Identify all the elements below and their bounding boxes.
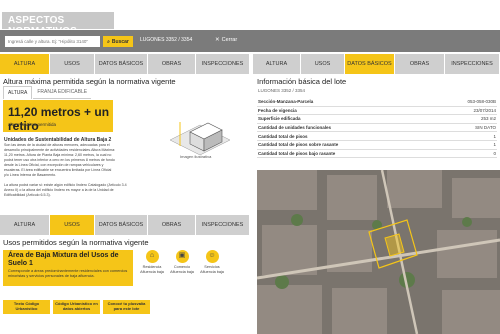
table-row: Sección-Manzana-Parcela 053-058-030B (257, 98, 497, 107)
table-row: Cantidad total de pisos sobre rasante 1 (257, 141, 497, 150)
codigo-urbanistico-button[interactable]: Texto Código Urbanístico (3, 300, 50, 314)
row-key: Sección-Manzana-Parcela (258, 99, 314, 105)
row-value: 23/07/2014 (473, 107, 496, 113)
max-height-card: 11,20 metros + un retiro altura máxima p… (3, 100, 113, 133)
search-button[interactable]: ⌕ Buscar (103, 36, 133, 47)
use-label: Comercio Afluencia baja (170, 265, 194, 274)
row-key: Cantidad de unidades funcionales (258, 125, 332, 131)
aerial-map[interactable] (257, 170, 500, 334)
tabs-top: ALTURA USOS DATOS BÁSICOS OBRAS INSPECCI… (0, 54, 250, 74)
area-title: Área de Baja Mixtura del Usos de Suelo 1 (8, 252, 119, 267)
row-key: Cantidad total de pisos sobre rasante (258, 142, 339, 148)
tab-usos[interactable]: USOS (301, 54, 345, 74)
subtab-altura[interactable]: ALTURA (3, 86, 33, 99)
tab-altura[interactable]: ALTURA (0, 54, 50, 74)
tab-obras[interactable]: OBRAS (148, 215, 196, 235)
breadcrumb-label: LUGONES 3352 / 3354 (140, 37, 193, 43)
row-value: SIN DATO (475, 125, 496, 131)
row-value: 253 m2 (480, 116, 496, 122)
plusvalia-button[interactable]: Conocé tu plusvalía para este lote (103, 300, 150, 314)
use-item-comercio: ▣ Comercio Afluencia baja (170, 250, 194, 274)
search-icon: ⌕ (107, 38, 110, 45)
tab-datos-basicos[interactable]: DATOS BÁSICOS (345, 54, 395, 74)
tab-inspecciones[interactable]: INSPECCIONES (196, 215, 250, 235)
top-bar: ASPECTOS NORMATIVOS (0, 0, 500, 37)
illustration-caption: Imagen ilustrativa (180, 154, 212, 159)
row-value: 053-058-030B (467, 99, 496, 105)
info-table: Sección-Manzana-Parcela 053-058-030B Fech… (257, 98, 497, 159)
use-item-residencia: ⌂ Residencia Afluencia baja (140, 250, 164, 274)
tab-obras[interactable]: OBRAS (148, 54, 196, 74)
use-item-servicios: ☺ Servicios Afluencia baja (200, 250, 224, 274)
table-row: Superficie edificada 253 m2 (257, 115, 497, 124)
tab-inspecciones[interactable]: INSPECCIONES (196, 54, 250, 74)
services-icon: ☺ (205, 250, 219, 263)
row-key: Fecha de vigencia (258, 107, 297, 113)
info-heading: Información básica del lote (257, 77, 347, 86)
tab-datos-basicos[interactable]: DATOS BÁSICOS (95, 54, 148, 74)
close-label: Cerrar (221, 37, 238, 43)
search-input[interactable] (5, 36, 100, 47)
table-row: Cantidad total de pisos bajo rasante 0 (257, 150, 497, 159)
tab-usos[interactable]: USOS (50, 54, 95, 74)
max-height-caption: altura máxima permitida (8, 122, 57, 127)
building-illustration (169, 122, 231, 156)
tab-usos[interactable]: USOS (50, 215, 95, 235)
usos-buttons: Texto Código Urbanístico Código Urbaníst… (3, 300, 150, 314)
tabs-right: ALTURA USOS DATOS BÁSICOS OBRAS INSPECCI… (253, 54, 500, 74)
altura-variation-note: La altura podrá variar si: existe algún … (4, 183, 127, 197)
residence-icon: ⌂ (145, 250, 159, 263)
table-row: Cantidad total de pisos 1 (257, 132, 497, 141)
commerce-icon: ▣ (175, 250, 189, 263)
tab-altura[interactable]: ALTURA (253, 54, 301, 74)
row-key: Superficie edificada (258, 116, 301, 122)
table-row: Fecha de vigencia 23/07/2014 (257, 107, 497, 116)
table-row: Cantidad de unidades funcionales SIN DATO (257, 124, 497, 133)
tab-altura[interactable]: ALTURA (0, 215, 50, 235)
search-bar: ⌕ Buscar LUGONES 3352 / 3354 ✕ Cerrar (0, 30, 500, 52)
close-icon: ✕ (215, 37, 220, 43)
search-button-label: Buscar (111, 38, 129, 45)
datos-abiertos-button[interactable]: Código Urbanístico en datos abiertos (53, 300, 100, 314)
use-label: Servicios Afluencia baja (200, 265, 224, 274)
close-button[interactable]: ✕ Cerrar (215, 37, 237, 43)
row-value: 1 (493, 142, 496, 148)
row-key: Cantidad total de pisos bajo rasante (258, 150, 336, 156)
info-subtitle: LUGONES 3352 / 3354 (258, 88, 306, 93)
subtab-franja-edificable[interactable]: FRANJA EDIFICABLE (33, 86, 92, 99)
breadcrumb: LUGONES 3352 / 3354 (140, 37, 192, 43)
tab-datos-basicos[interactable]: DATOS BÁSICOS (95, 215, 148, 235)
tabs-mid: ALTURA USOS DATOS BÁSICOS OBRAS INSPECCI… (0, 215, 250, 235)
area-card: Área de Baja Mixtura del Usos de Suelo 1… (3, 250, 133, 286)
usab-description: Son las áreas de la ciudad de alturas me… (4, 143, 116, 177)
usos-heading: Usos permitidos según la normativa vigen… (3, 238, 149, 247)
tab-obras[interactable]: OBRAS (395, 54, 445, 74)
altura-subtabs: ALTURA FRANJA EDIFICABLE (3, 86, 92, 99)
row-key: Cantidad total de pisos (258, 133, 308, 139)
max-height-value: 11,20 metros + un retiro (8, 105, 110, 133)
use-label: Residencia Afluencia baja (140, 265, 164, 274)
altura-heading: Altura máxima permitida según la normati… (3, 77, 176, 86)
tab-inspecciones[interactable]: INSPECCIONES (445, 54, 500, 74)
row-value: 0 (493, 150, 496, 156)
area-description: Corresponde a áreas predominantemente re… (8, 269, 128, 278)
uses-list: ⌂ Residencia Afluencia baja ▣ Comercio A… (140, 250, 224, 274)
row-value: 1 (493, 133, 496, 139)
page-title: ASPECTOS NORMATIVOS (2, 12, 114, 37)
